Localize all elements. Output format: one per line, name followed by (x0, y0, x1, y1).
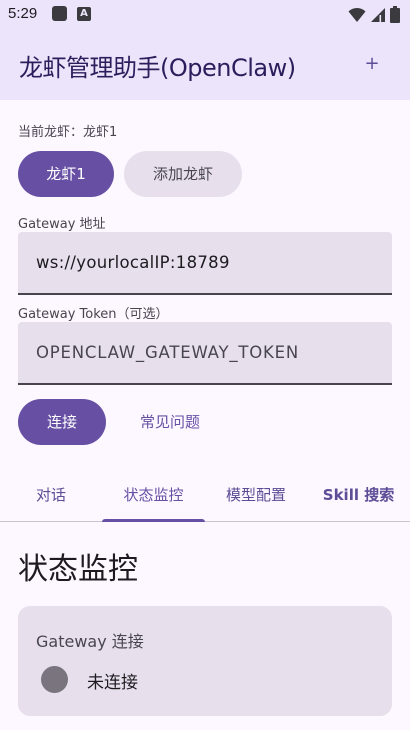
connect-button[interactable]: 连接 (18, 399, 106, 445)
wifi-icon (348, 7, 366, 22)
add-lobster-button[interactable]: 添加龙虾 (124, 151, 242, 197)
tab-status-monitor[interactable]: 状态监控 (102, 470, 205, 521)
tab-bar: 对话 状态监控 模型配置 Skill 搜索 (0, 470, 410, 522)
section-title: 状态监控 (18, 552, 138, 587)
gateway-connection-card: Gateway 连接 未连接 (18, 606, 392, 716)
tab-chat[interactable]: 对话 (0, 470, 102, 521)
app-screen: 5:29 A 龙虾管理助手(OpenClaw) + 当前龙虾：龙虾1 龙虾1 添… (0, 0, 410, 730)
faq-button[interactable]: 常见问题 (126, 399, 214, 445)
gateway-address-input[interactable] (36, 232, 392, 293)
connection-status-text: 未连接 (87, 673, 138, 693)
current-lobster-label: 当前龙虾：龙虾1 (18, 125, 118, 140)
gateway-address-field[interactable] (18, 232, 392, 295)
app-title: 龙虾管理助手(OpenClaw) (19, 54, 296, 82)
gateway-address-label: Gateway 地址 (18, 217, 106, 232)
gateway-token-field[interactable] (18, 322, 392, 385)
status-bar: 5:29 A (0, 0, 410, 30)
status-dot-icon (41, 666, 68, 693)
app-notification-icon (52, 6, 67, 21)
signal-icon (371, 7, 385, 22)
tab-model-config[interactable]: 模型配置 (205, 470, 307, 521)
tab-skill-search[interactable]: Skill 搜索 (307, 470, 410, 521)
gateway-token-label: Gateway Token（可选） (18, 307, 169, 322)
status-time: 5:29 (8, 5, 38, 22)
card-title: Gateway 连接 (36, 632, 144, 651)
lobster-1-chip[interactable]: 龙虾1 (18, 151, 114, 197)
app-bar: 龙虾管理助手(OpenClaw) + (0, 30, 410, 100)
status-icons (348, 6, 400, 23)
gateway-token-input[interactable] (36, 322, 392, 383)
tab-indicator (102, 519, 205, 522)
a-notification-icon: A (77, 7, 91, 21)
add-icon[interactable]: + (360, 50, 384, 78)
battery-icon (390, 6, 400, 23)
